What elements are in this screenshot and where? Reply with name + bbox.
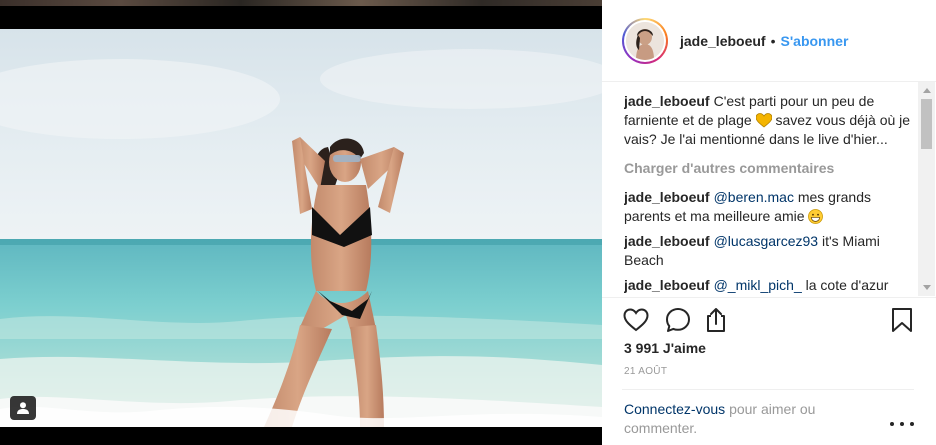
load-more-comments-button[interactable]: Charger d'autres commentaires	[624, 159, 916, 178]
header-username[interactable]: jade_leboeuf	[680, 33, 766, 49]
more-options-button[interactable]	[890, 416, 914, 432]
post-header: jade_leboeuf • S'abonner	[602, 0, 936, 82]
comment-text: la cote d'azur	[805, 277, 889, 293]
list-item: jade_leboeuf @beren.mac mes grands parent…	[624, 188, 916, 226]
header-separator: •	[770, 32, 776, 49]
comment-mention[interactable]: @beren.mac	[714, 189, 794, 205]
scrollbar-thumb[interactable]	[921, 99, 932, 149]
divider	[622, 389, 914, 390]
login-link[interactable]: Connectez-vous	[624, 401, 725, 417]
comment-bubble-icon	[666, 308, 690, 332]
list-item: jade_leboeuf @lucasgarcez93 it's Miami Be…	[624, 232, 916, 270]
scroll-down-arrow-icon[interactable]	[918, 279, 935, 296]
bookmark-icon	[892, 308, 912, 332]
post-actions	[622, 306, 914, 334]
avatar[interactable]	[622, 17, 668, 64]
list-item: jade_leboeuf @_mikl_pich_ la cote d'azur	[624, 276, 916, 295]
comments-list: jade_leboeuf C'est parti pour un peu de f…	[624, 92, 916, 297]
user-tag-icon	[17, 402, 29, 414]
more-options-icon	[890, 422, 894, 426]
comments-scrollbar[interactable]	[918, 82, 935, 296]
caption: jade_leboeuf C'est parti pour un peu de f…	[624, 92, 916, 149]
avatar-image	[626, 21, 664, 60]
post-photo[interactable]	[0, 29, 602, 427]
comment-username[interactable]: jade_leboeuf	[624, 233, 710, 249]
share-button[interactable]	[702, 306, 730, 334]
heart-icon	[623, 308, 649, 332]
comment-username[interactable]: jade_leboeuf	[624, 189, 710, 205]
share-icon	[707, 308, 725, 332]
likes-count[interactable]: 3 991 J'aime	[624, 340, 706, 356]
post-media	[0, 0, 602, 445]
scroll-up-arrow-icon[interactable]	[918, 82, 935, 99]
caption-username[interactable]: jade_leboeuf	[624, 93, 710, 109]
user-tag-button[interactable]	[10, 396, 36, 420]
follow-button[interactable]: S'abonner	[781, 33, 849, 49]
grinning-face-emoji-icon	[808, 209, 824, 224]
post-date[interactable]: 21 AOÛT	[624, 366, 667, 377]
login-prompt: Connectez-vous pour aimer ou commenter.	[624, 400, 854, 438]
comment-mention[interactable]: @_mikl_pich_	[714, 277, 802, 293]
comment-button[interactable]	[664, 306, 692, 334]
yellow-heart-emoji-icon	[755, 113, 772, 128]
divider	[602, 297, 936, 298]
comment-username[interactable]: jade_leboeuf	[624, 277, 710, 293]
comment-mention[interactable]: @lucasgarcez93	[714, 233, 819, 249]
photo-top-strip	[0, 0, 602, 6]
save-button[interactable]	[888, 306, 916, 334]
beach-photo-illustration	[0, 29, 602, 427]
like-button[interactable]	[622, 306, 650, 334]
post-side-panel: jade_leboeuf • S'abonner jade_leboeuf C'e…	[602, 0, 936, 445]
